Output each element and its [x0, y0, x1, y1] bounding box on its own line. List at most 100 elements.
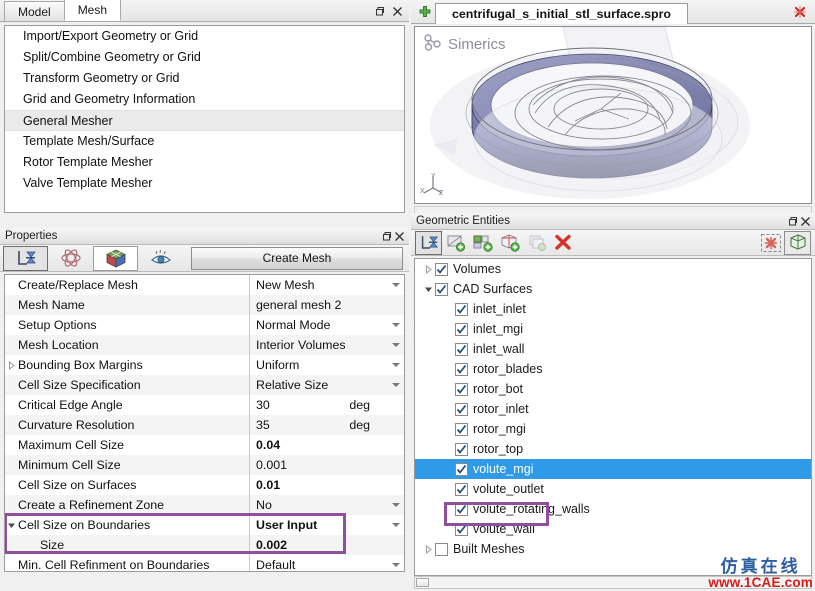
property-row[interactable]: Setup Options Normal Mode [5, 315, 404, 335]
properties-table[interactable]: Create/Replace Mesh New Mesh Mesh Name gene… [4, 274, 405, 572]
close-project-icon[interactable] [789, 5, 811, 19]
chevron-down-icon[interactable] [388, 503, 404, 507]
tree-row[interactable]: CAD Surfaces [415, 279, 811, 299]
property-row[interactable]: Mesh Name general mesh 2 [5, 295, 404, 315]
3d-viewport[interactable]: Simerics X Y Z [414, 26, 812, 204]
close-icon[interactable] [799, 215, 812, 228]
checkbox-checked-icon[interactable] [455, 302, 468, 316]
tree-row[interactable]: volute_wall [415, 519, 811, 539]
property-value-cell[interactable]: User Input [249, 515, 404, 535]
property-value-cell[interactable]: Relative Size [249, 375, 404, 395]
property-row[interactable]: Create/Replace Mesh New Mesh [5, 275, 404, 295]
checkbox-checked-icon[interactable] [455, 322, 468, 336]
add-plus-icon[interactable] [415, 5, 435, 19]
mesh-menu-item[interactable]: General Mesher [5, 110, 404, 131]
property-value-cell[interactable]: Normal Mode [249, 315, 404, 335]
checkbox-checked-icon[interactable] [455, 442, 468, 456]
tree-row[interactable]: Built Meshes [415, 539, 811, 559]
checkbox-checked-icon[interactable] [455, 522, 468, 536]
property-value-cell[interactable]: Default [249, 555, 404, 571]
property-value-cell[interactable]: 0.001 [249, 455, 404, 475]
property-value-cell[interactable]: 30 deg [249, 395, 404, 415]
tab-model[interactable]: Model [4, 1, 65, 21]
chevron-down-icon[interactable] [388, 283, 404, 287]
tree-row[interactable]: inlet_inlet [415, 299, 811, 319]
mesh-menu-item[interactable]: Grid and Geometry Information [5, 89, 404, 110]
chevron-down-icon[interactable] [388, 363, 404, 367]
chevron-down-icon[interactable] [388, 343, 404, 347]
tree-row[interactable]: volute_mgi [415, 459, 811, 479]
tree-row[interactable]: rotor_blades [415, 359, 811, 379]
add-volume-icon[interactable] [496, 231, 523, 255]
property-row[interactable]: Cell Size on Surfaces 0.01 [5, 475, 404, 495]
checkbox-checked-icon[interactable] [455, 422, 468, 436]
checkbox-unchecked-icon[interactable] [435, 542, 448, 556]
add-surface-icon[interactable] [442, 231, 469, 255]
property-value-cell[interactable]: 0.04 [249, 435, 404, 455]
clear-selection-icon[interactable] [757, 231, 784, 255]
tree-row[interactable]: inlet_wall [415, 339, 811, 359]
checkbox-checked-icon[interactable] [455, 482, 468, 496]
show-box-icon[interactable] [784, 230, 811, 255]
copy-entity-icon[interactable] [523, 231, 550, 255]
close-icon[interactable] [391, 5, 404, 18]
restore-icon[interactable] [380, 230, 393, 243]
mesh-menu-item[interactable]: Rotor Template Mesher [5, 152, 404, 173]
add-group-icon[interactable] [469, 231, 496, 255]
entities-tree[interactable]: Volumes CAD Surfaces inlet_inlet inlet_mgi i… [414, 258, 812, 576]
mesh-menu-item[interactable]: Transform Geometry or Grid [5, 68, 404, 89]
tree-row[interactable]: rotor_inlet [415, 399, 811, 419]
mesh-menu-item[interactable]: Template Mesh/Surface [5, 131, 404, 152]
chevron-down-icon[interactable] [6, 521, 17, 530]
property-value-cell[interactable]: general mesh 2 [249, 295, 404, 315]
property-value-cell[interactable]: New Mesh [249, 275, 404, 295]
chevron-down-icon[interactable] [388, 323, 404, 327]
chevron-down-icon[interactable] [388, 523, 404, 527]
property-value-cell[interactable]: 0.002 [249, 535, 404, 555]
property-value-cell[interactable]: 35 deg [249, 415, 404, 435]
mesh-menu-item[interactable]: Split/Combine Geometry or Grid [5, 47, 404, 68]
atom-physics-icon[interactable] [48, 246, 93, 271]
mesh-cube-icon[interactable] [93, 245, 138, 271]
checkbox-checked-icon[interactable] [455, 362, 468, 376]
restore-icon[interactable] [373, 5, 386, 18]
eye-visibility-icon[interactable] [138, 246, 183, 271]
chevron-down-icon[interactable] [388, 563, 404, 567]
tree-row[interactable]: rotor_mgi [415, 419, 811, 439]
chevron-right-icon[interactable] [421, 544, 435, 554]
mesh-menu-item[interactable]: Import/Export Geometry or Grid [5, 26, 404, 47]
property-row[interactable]: Size 0.002 [5, 535, 404, 555]
property-row[interactable]: Cell Size Specification Relative Size [5, 375, 404, 395]
close-icon[interactable] [393, 230, 406, 243]
checkbox-checked-icon[interactable] [455, 402, 468, 416]
checkbox-checked-icon[interactable] [455, 462, 468, 476]
checkbox-checked-icon[interactable] [455, 382, 468, 396]
property-value-cell[interactable]: 0.01 [249, 475, 404, 495]
property-value-cell[interactable]: No [249, 495, 404, 515]
chevron-down-icon[interactable] [388, 383, 404, 387]
tree-row[interactable]: rotor_top [415, 439, 811, 459]
property-row[interactable]: Critical Edge Angle 30 deg [5, 395, 404, 415]
property-row[interactable]: Maximum Cell Size 0.04 [5, 435, 404, 455]
list-layout-icon[interactable] [415, 230, 442, 255]
chevron-right-icon[interactable] [421, 264, 435, 274]
project-tab[interactable]: centrifugal_s_initial_stl_surface.spro [435, 2, 688, 24]
property-row[interactable]: Mesh Location Interior Volumes [5, 335, 404, 355]
checkbox-checked-icon[interactable] [455, 502, 468, 516]
restore-icon[interactable] [786, 215, 799, 228]
tab-mesh[interactable]: Mesh [63, 0, 122, 21]
tree-row[interactable]: inlet_mgi [415, 319, 811, 339]
checkbox-checked-icon[interactable] [455, 342, 468, 356]
checkbox-checked-icon[interactable] [435, 282, 448, 296]
tree-row[interactable]: rotor_bot [415, 379, 811, 399]
checkbox-checked-icon[interactable] [435, 262, 448, 276]
property-row[interactable]: Cell Size on Boundaries User Input [5, 515, 404, 535]
chevron-right-icon[interactable] [6, 360, 17, 370]
tree-hscrollbar[interactable] [414, 576, 812, 589]
property-value-cell[interactable]: Interior Volumes [249, 335, 404, 355]
delete-x-icon[interactable] [550, 231, 577, 255]
tree-hscroll-thumb[interactable] [416, 578, 429, 587]
property-row[interactable]: Curvature Resolution 35 deg [5, 415, 404, 435]
property-row[interactable]: Bounding Box Margins Uniform [5, 355, 404, 375]
tree-row[interactable]: volute_outlet [415, 479, 811, 499]
